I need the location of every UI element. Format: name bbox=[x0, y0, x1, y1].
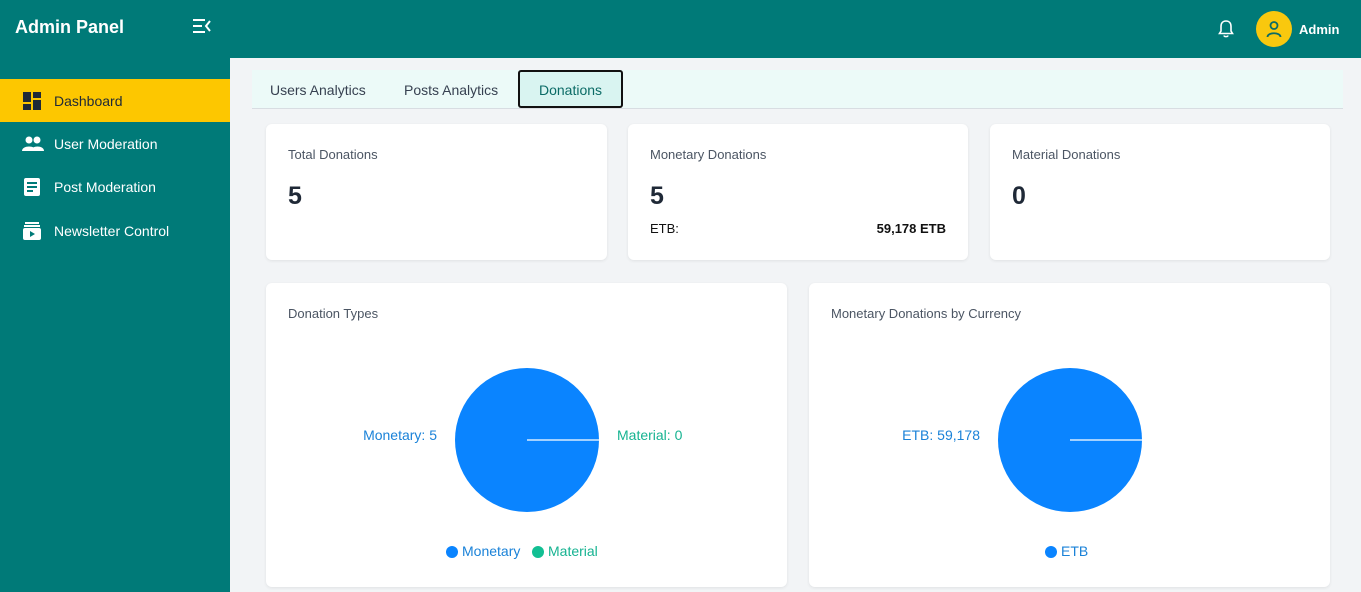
currency-total: 59,178 ETB bbox=[876, 221, 946, 236]
legend-label-material[interactable]: Material bbox=[548, 543, 598, 559]
tab-users-analytics[interactable]: Users Analytics bbox=[270, 70, 366, 109]
sidebar-item-user-moderation[interactable]: User Moderation bbox=[0, 122, 230, 165]
card-title: Material Donations bbox=[1012, 147, 1121, 162]
card-value: 5 bbox=[650, 182, 664, 210]
pie-group bbox=[455, 368, 600, 512]
donation-types-chart: Monetary: 5 Material: 0 Monetary Materia… bbox=[363, 368, 683, 559]
sidebar-item-newsletter-control[interactable]: Newsletter Control bbox=[0, 209, 230, 252]
currency-chart-card: Monetary Donations by Currency ETB: 59,1… bbox=[809, 283, 1330, 587]
app-title: Admin Panel bbox=[15, 17, 125, 37]
tab-posts-analytics[interactable]: Posts Analytics bbox=[404, 70, 498, 109]
users-icon bbox=[22, 134, 44, 154]
sidebar-item-label: Post Moderation bbox=[54, 179, 156, 195]
card-title: Total Donations bbox=[288, 147, 378, 162]
dashboard-icon bbox=[22, 91, 42, 111]
menu-collapse-icon[interactable] bbox=[192, 17, 212, 35]
tab-bar: Users Analytics Posts Analytics Donation… bbox=[252, 70, 1343, 109]
sidebar-item-label: Newsletter Control bbox=[54, 223, 170, 239]
avatar[interactable] bbox=[1256, 11, 1292, 47]
sidebar-item-post-moderation[interactable]: Post Moderation bbox=[0, 165, 230, 208]
legend-marker-monetary[interactable] bbox=[446, 546, 458, 558]
user-icon bbox=[1266, 21, 1282, 38]
tab-donations[interactable]: Donations bbox=[518, 70, 623, 108]
card-value: 5 bbox=[288, 182, 302, 210]
bell-icon[interactable] bbox=[1216, 19, 1236, 39]
legend-label-etb[interactable]: ETB bbox=[1061, 543, 1088, 559]
sidebar-item-dashboard[interactable]: Dashboard bbox=[0, 79, 230, 122]
currency-chart: ETB: 59,178 ETB bbox=[902, 368, 1143, 559]
newsletter-icon bbox=[22, 221, 42, 241]
currency-label: ETB: bbox=[650, 221, 679, 236]
sidebar-item-label: User Moderation bbox=[54, 136, 158, 152]
donation-types-card: Donation Types Monetary: 5 Material: 0 M… bbox=[266, 283, 787, 587]
legend-marker-etb[interactable] bbox=[1045, 546, 1057, 558]
monetary-donations-card: Monetary Donations 5 ETB: 59,178 ETB bbox=[628, 124, 968, 260]
sidebar-item-label: Dashboard bbox=[54, 93, 123, 109]
data-label-etb: ETB: 59,178 bbox=[902, 427, 980, 443]
total-donations-card: Total Donations 5 bbox=[266, 124, 607, 260]
legend-marker-material[interactable] bbox=[532, 546, 544, 558]
card-value: 0 bbox=[1012, 182, 1026, 210]
card-title: Monetary Donations bbox=[650, 147, 767, 162]
document-icon bbox=[22, 177, 42, 197]
material-donations-card: Material Donations 0 bbox=[990, 124, 1330, 260]
sidebar: Dashboard User Moderation Post Moderatio… bbox=[0, 58, 230, 592]
pie-group bbox=[998, 368, 1143, 512]
user-name[interactable]: Admin bbox=[1299, 22, 1339, 37]
data-label-material: Material: 0 bbox=[617, 427, 683, 443]
top-bar: Admin Panel Admin bbox=[0, 0, 1361, 58]
data-label-monetary: Monetary: 5 bbox=[363, 427, 437, 443]
legend-label-monetary[interactable]: Monetary bbox=[462, 543, 520, 559]
